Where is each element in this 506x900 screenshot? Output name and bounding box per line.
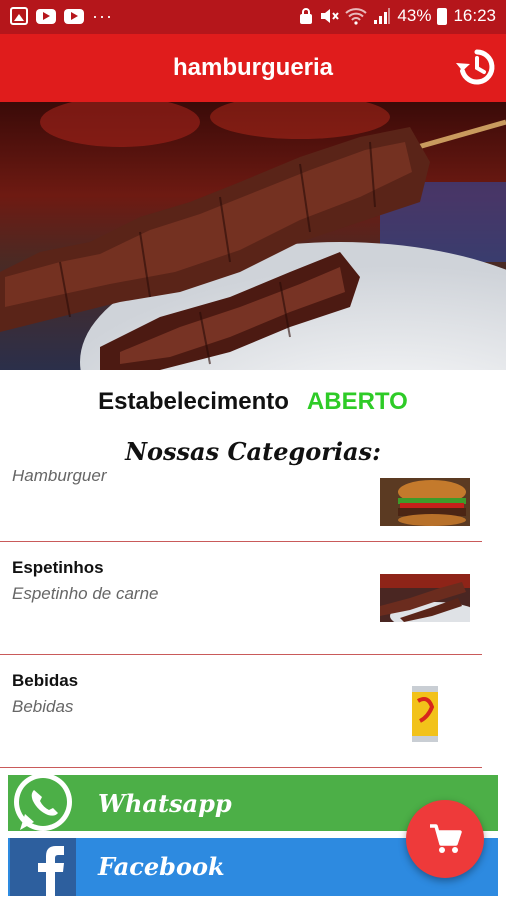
more-dots-icon: ··· <box>92 6 113 26</box>
establishment-status: Estabelecimento ABERTO <box>0 388 506 416</box>
facebook-icon <box>10 838 76 896</box>
facebook-label: Facebook <box>98 852 225 881</box>
signal-icon <box>374 8 391 24</box>
cart-icon <box>430 824 462 853</box>
history-button[interactable] <box>452 44 498 90</box>
notification-icons: ··· <box>10 7 113 25</box>
divider <box>0 767 482 768</box>
burger-thumbnail <box>380 478 470 526</box>
clock: 16:23 <box>453 6 496 25</box>
category-item-hamburguer[interactable]: Hamburguer <box>0 470 506 542</box>
establishment-label: Estabelecimento <box>98 388 289 415</box>
battery-icon <box>437 7 448 25</box>
youtube-icon <box>36 8 56 24</box>
category-name: Espetinhos <box>12 558 104 577</box>
app-bar: hamburgueria <box>0 34 506 102</box>
mute-icon <box>321 9 340 23</box>
whatsapp-label: Whatsapp <box>98 789 232 818</box>
category-item-espetinhos[interactable]: Espetinhos Espetinho de carne <box>0 542 506 655</box>
wifi-icon <box>345 8 368 25</box>
category-description: Bebidas <box>12 697 74 716</box>
youtube-icon <box>64 8 84 24</box>
category-name: Bebidas <box>12 671 79 690</box>
lock-icon <box>300 8 313 24</box>
battery-percent: 43% <box>397 6 432 25</box>
cart-button[interactable] <box>406 800 484 878</box>
open-status-badge: ABERTO <box>306 388 408 415</box>
gallery-icon <box>10 7 28 25</box>
category-list[interactable]: Hamburguer Espetinhos Espetinho de carne <box>0 470 506 770</box>
category-item-bebidas[interactable]: Bebidas Bebidas <box>0 655 506 768</box>
category-description: Espetinho de carne <box>12 584 159 603</box>
skewer-photo <box>0 102 506 370</box>
skewer-thumbnail <box>380 574 470 622</box>
system-icons: 43% 16:23 <box>299 6 496 26</box>
app-title: hamburgueria <box>172 54 334 81</box>
history-icon <box>456 49 495 85</box>
hero-banner-image <box>0 102 506 370</box>
drink-can-thumbnail <box>380 683 470 745</box>
whatsapp-icon <box>14 773 72 831</box>
status-bar: ··· 43% 16:23 <box>0 0 506 34</box>
categories-title: Nossas Categorias: <box>125 437 381 466</box>
category-description: Hamburguer <box>12 470 107 485</box>
